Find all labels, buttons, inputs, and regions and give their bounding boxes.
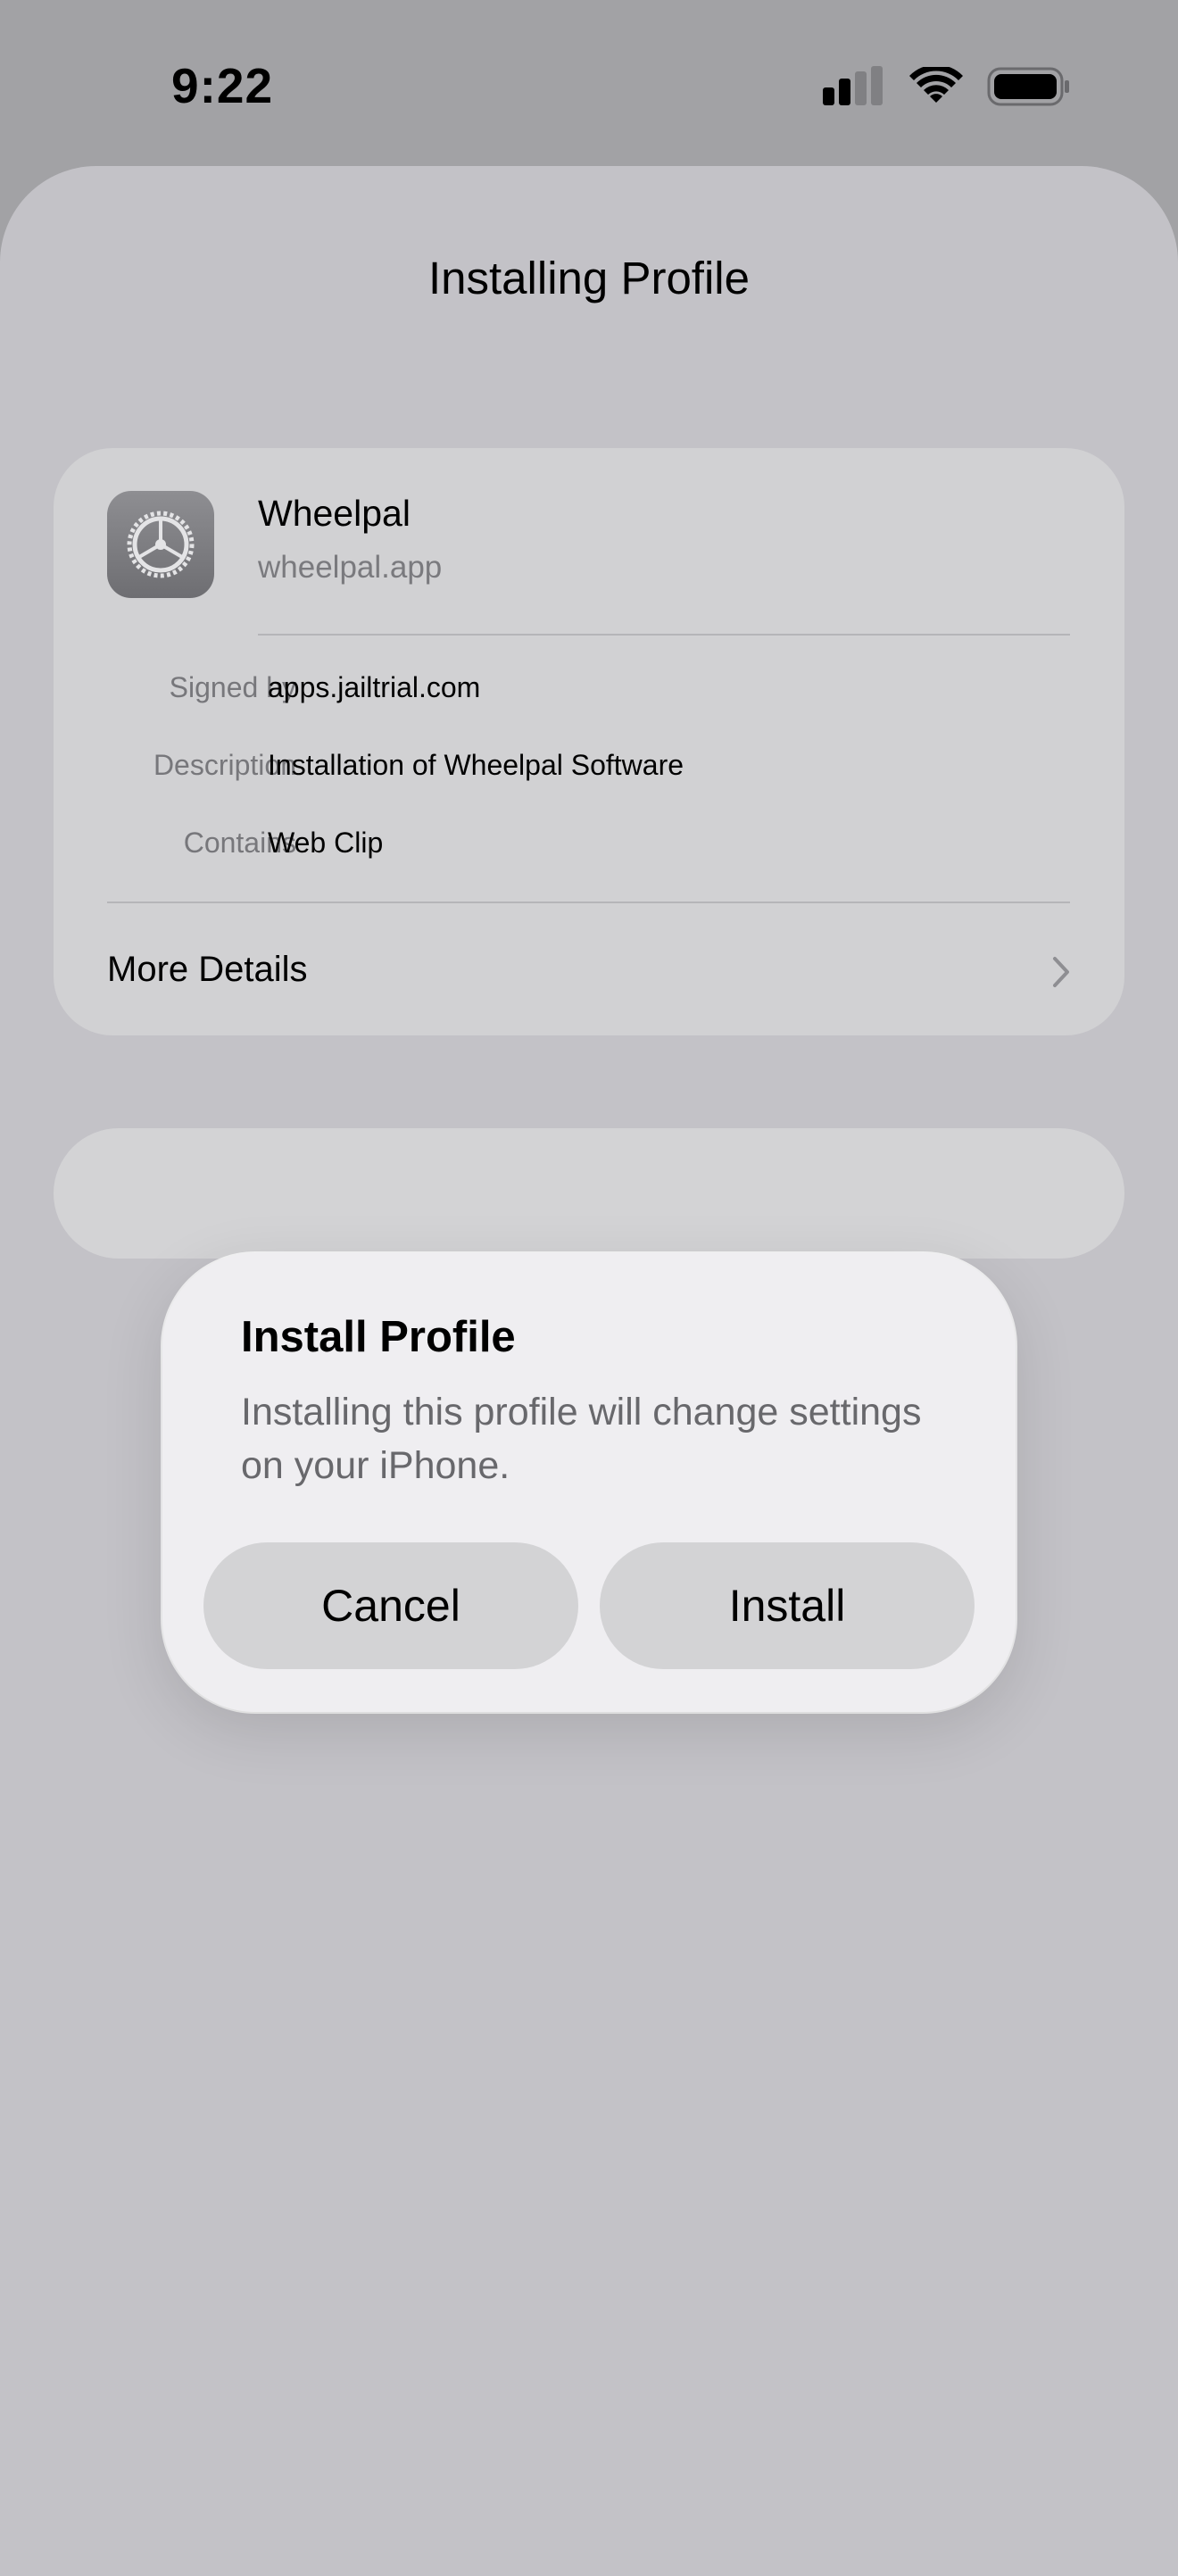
install-button[interactable]: Install: [600, 1542, 975, 1669]
battery-icon: [987, 67, 1069, 106]
detail-row-description: Description Installation of Wheelpal Sof…: [54, 749, 1124, 794]
more-details-label: More Details: [107, 950, 308, 989]
chevron-right-icon: [1053, 957, 1069, 987]
cellular-signal-icon: [823, 66, 883, 105]
detail-row-contains: Contains Web Clip: [54, 827, 1124, 871]
divider: [258, 634, 1070, 636]
cancel-button[interactable]: Cancel: [203, 1542, 578, 1669]
install-profile-alert: Install Profile Installing this profile …: [162, 1253, 1016, 1712]
profile-name: Wheelpal: [258, 493, 411, 534]
alert-message: Installing this profile will change sett…: [241, 1391, 922, 1487]
sheet-title: Installing Profile: [427, 253, 750, 303]
detail-value: apps.jailtrial.com: [268, 671, 481, 703]
profile-card: Wheelpal wheelpal.app Signed by apps.jai…: [54, 448, 1124, 1035]
status-icons: [821, 66, 1071, 107]
detail-value: Installation of Wheelpal Software: [268, 749, 684, 781]
profile-domain: wheelpal.app: [258, 550, 443, 585]
detail-row-signed-by: Signed by apps.jailtrial.com: [54, 671, 1124, 716]
detail-value: Web Clip: [268, 827, 384, 859]
install-profile-sheet: Installing Profile Wheelpal wheelpal.app…: [0, 166, 1178, 2576]
install-button-background: [54, 1128, 1124, 1259]
status-time: 9:22: [171, 58, 274, 113]
wifi-icon: [909, 67, 963, 103]
alert-title: Install Profile: [241, 1313, 516, 1361]
more-details-row[interactable]: More Details: [54, 902, 1124, 1035]
settings-gear-icon: [107, 491, 214, 598]
status-bar: 9:22: [0, 0, 1178, 166]
